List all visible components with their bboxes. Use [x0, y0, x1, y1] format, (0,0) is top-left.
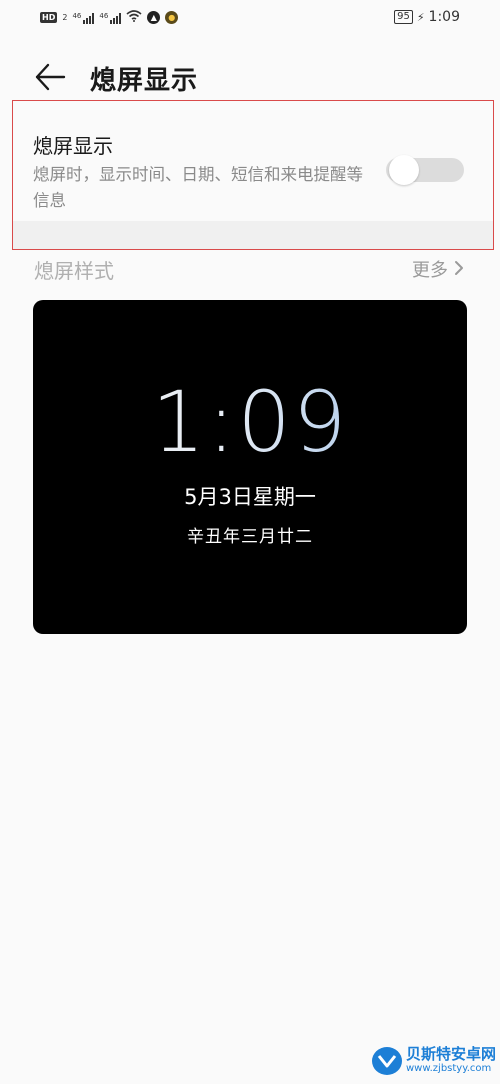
status-left: HD 2 46 46 ▲ ●	[40, 10, 179, 25]
more-label: 更多	[412, 260, 448, 281]
watermark-text: 贝斯特安卓网 www.zjbstyy.com	[406, 1046, 496, 1075]
signal-icon-2: 46	[99, 11, 122, 24]
aod-toggle-switch[interactable]	[386, 155, 464, 185]
row-divider	[13, 221, 493, 249]
status-right: 95 ⚡ 1:09	[394, 9, 460, 25]
status-time: 1:09	[428, 9, 460, 25]
watermark-url: www.zjbstyy.com	[406, 1063, 492, 1074]
watermark: 贝斯特安卓网 www.zjbstyy.com	[372, 1046, 496, 1075]
network-type-2: 46	[99, 11, 109, 20]
chevron-right-icon	[454, 257, 464, 281]
app-notification-icon: ▲	[147, 11, 161, 24]
setting-description: 熄屏时，显示时间、日期、短信和来电提醒等信息	[33, 165, 363, 210]
page-title: 熄屏显示	[90, 66, 199, 96]
signal-icon-1: 46	[72, 11, 95, 24]
wifi-icon	[126, 10, 142, 25]
network-type-1: 46	[72, 11, 82, 20]
aod-style-preview[interactable]: 1:09 5月3日星期一 辛丑年三月廿二	[33, 300, 467, 634]
watermark-name: 贝斯特安卓网	[406, 1045, 497, 1063]
charging-icon: ⚡	[416, 10, 425, 24]
hd-icon: HD	[40, 12, 58, 23]
app-notification-icon-2: ●	[165, 11, 179, 24]
preview-clock-time: 1:09	[33, 372, 467, 472]
header: 熄屏显示	[0, 55, 500, 101]
hd-sub-label: 2	[62, 13, 68, 22]
battery-icon: 95	[394, 10, 413, 24]
aod-setting-row[interactable]: 熄屏显示 熄屏时，显示时间、日期、短信和来电提醒等信息	[12, 100, 494, 250]
toggle-knob	[389, 155, 419, 185]
section-title-aod-style: 熄屏样式	[34, 259, 114, 283]
back-arrow-icon[interactable]	[34, 63, 66, 91]
watermark-logo-icon	[372, 1046, 402, 1075]
more-styles-link[interactable]: 更多	[412, 256, 464, 282]
setting-title: 熄屏显示	[33, 134, 113, 158]
preview-date: 5月3日星期一	[184, 485, 316, 509]
status-bar: HD 2 46 46 ▲ ● 95 ⚡ 1:09	[0, 0, 500, 36]
preview-lunar-date: 辛丑年三月廿二	[187, 527, 313, 547]
